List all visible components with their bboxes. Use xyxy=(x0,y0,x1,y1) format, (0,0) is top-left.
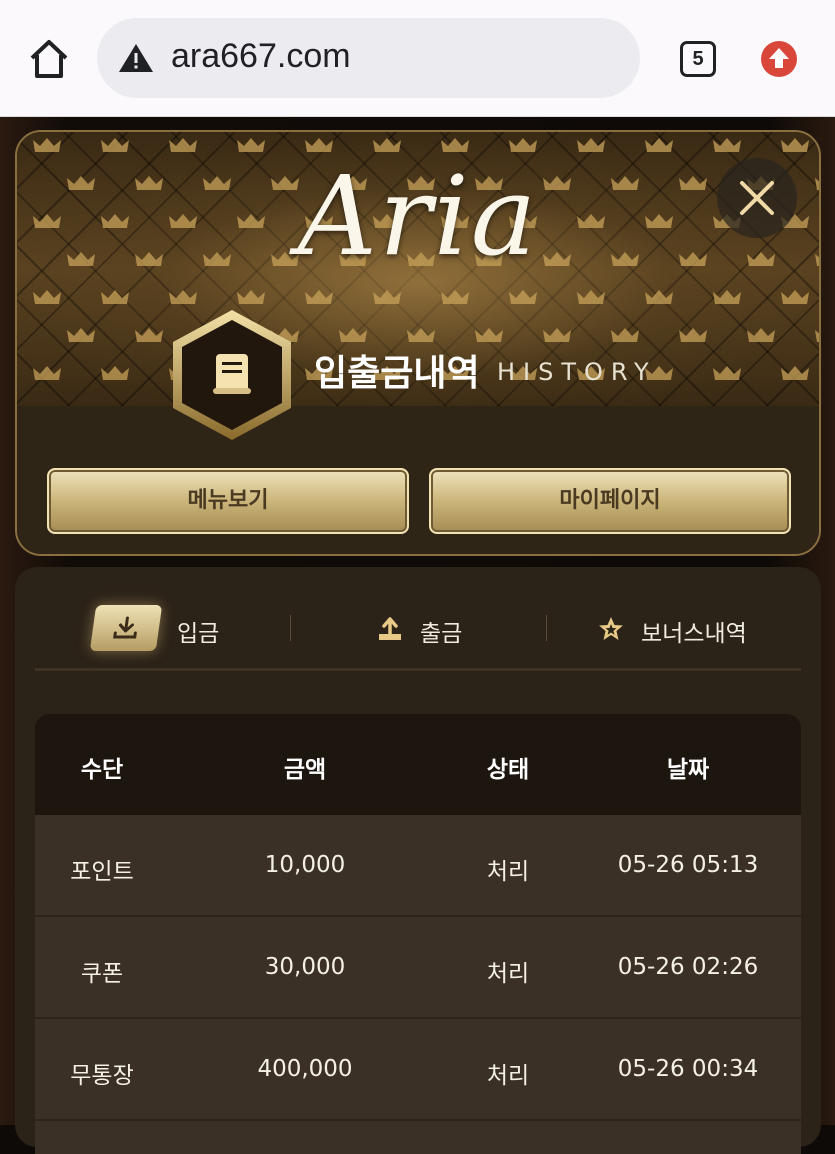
cell-date: 05-26 02:26 xyxy=(617,954,759,980)
tab-deposit-label[interactable]: 입금 xyxy=(177,614,219,648)
crown-pattern-mark xyxy=(169,138,197,152)
crown-pattern-mark xyxy=(33,366,61,380)
crown-pattern-mark xyxy=(67,328,95,342)
crown-pattern-mark xyxy=(475,328,503,342)
cell-status: 처리 xyxy=(486,961,530,987)
crown-pattern-mark xyxy=(169,290,197,304)
page-title: 입출금내역 xyxy=(314,353,480,394)
tab-switcher-button[interactable]: 5 xyxy=(680,41,716,77)
crown-pattern-mark xyxy=(441,138,469,152)
cell-date: 05-26 00:34 xyxy=(617,1056,759,1082)
home-icon[interactable] xyxy=(26,36,72,82)
page-subtitle: HISTORY xyxy=(497,358,657,386)
history-content-card: 입금 출금 보너스내역 수단 금액 상태 날짜 포인트 10,000 처리 05… xyxy=(15,567,821,1154)
crown-pattern-mark xyxy=(577,290,605,304)
tab-divider xyxy=(546,615,547,641)
crown-pattern-mark xyxy=(33,138,61,152)
column-header-amount: 금액 xyxy=(283,757,327,783)
tab-divider xyxy=(290,615,291,641)
cell-amount: 400,000 xyxy=(257,1056,353,1082)
browser-toolbar: ara667.com 5 xyxy=(0,0,835,117)
crown-pattern-mark xyxy=(441,290,469,304)
table-row: 포인트 10,000 처리 05-26 05:13 xyxy=(35,815,801,917)
aria-logo: Aria xyxy=(297,152,539,280)
mypage-button[interactable]: 마이페이지 xyxy=(429,468,791,534)
cell-amount: 10,000 xyxy=(264,852,346,878)
cell-status: 처리 xyxy=(486,1063,530,1089)
url-text[interactable]: ara667.com xyxy=(171,37,351,76)
crown-pattern-mark xyxy=(747,328,775,342)
crown-pattern-mark xyxy=(237,290,265,304)
star-icon[interactable] xyxy=(597,615,625,643)
crown-pattern-mark xyxy=(713,290,741,304)
crown-pattern-mark xyxy=(509,290,537,304)
column-header-date: 날짜 xyxy=(666,757,710,783)
crown-pattern-mark xyxy=(781,138,809,152)
crown-pattern-mark xyxy=(101,366,129,380)
close-icon[interactable] xyxy=(717,158,797,238)
table-row: 쿠폰 30,000 처리 05-26 02:26 xyxy=(35,917,801,1019)
crown-pattern-mark xyxy=(135,328,163,342)
crown-pattern-mark xyxy=(815,328,819,342)
crown-pattern-mark xyxy=(543,328,571,342)
crown-pattern-mark xyxy=(101,138,129,152)
crown-pattern-mark xyxy=(781,290,809,304)
close-button[interactable] xyxy=(717,158,797,238)
crown-pattern-mark xyxy=(645,138,673,152)
crown-pattern-mark xyxy=(611,328,639,342)
tab-bonus-label[interactable]: 보너스내역 xyxy=(641,614,747,648)
crown-pattern-mark xyxy=(713,138,741,152)
warning-icon[interactable] xyxy=(117,42,155,74)
table-header: 수단 금액 상태 날짜 xyxy=(35,714,801,817)
crown-pattern-mark xyxy=(33,290,61,304)
crown-pattern-mark xyxy=(509,138,537,152)
crown-pattern-mark xyxy=(781,366,809,380)
crown-pattern-mark xyxy=(373,290,401,304)
crown-pattern-mark xyxy=(305,290,333,304)
cell-status: 처리 xyxy=(486,859,530,885)
history-badge-icon xyxy=(169,308,295,442)
crown-pattern-mark xyxy=(237,138,265,152)
address-bar[interactable]: ara667.com xyxy=(97,18,640,98)
crown-pattern-mark xyxy=(101,290,129,304)
cell-method: 쿠폰 xyxy=(80,961,124,987)
crown-pattern-mark xyxy=(339,328,367,342)
upload-icon[interactable] xyxy=(376,615,404,643)
crown-pattern-mark xyxy=(679,328,707,342)
column-header-method: 수단 xyxy=(80,757,124,783)
menu-button[interactable]: 메뉴보기 xyxy=(47,468,409,534)
crown-pattern-mark xyxy=(577,138,605,152)
tab-bar-underline xyxy=(35,668,801,671)
crown-pattern-mark xyxy=(305,138,333,152)
cell-amount: 30,000 xyxy=(264,954,346,980)
update-icon[interactable] xyxy=(760,40,798,78)
table-row: 무통장 400,000 처리 05-26 00:34 xyxy=(35,1019,801,1121)
tab-withdraw-label[interactable]: 출금 xyxy=(420,614,462,648)
cell-method: 포인트 xyxy=(70,859,134,885)
history-header-card: Aria 입출금내역 HISTORY 메뉴보기 마이페이지 xyxy=(15,130,821,556)
download-icon[interactable] xyxy=(89,605,163,651)
crown-pattern-mark xyxy=(713,366,741,380)
crown-pattern-mark xyxy=(645,290,673,304)
cell-date: 05-26 05:13 xyxy=(617,852,759,878)
column-header-status: 상태 xyxy=(486,757,530,783)
cell-method: 무통장 xyxy=(70,1063,134,1089)
history-table: 수단 금액 상태 날짜 포인트 10,000 처리 05-26 05:13 쿠폰… xyxy=(35,714,801,1154)
crown-pattern-mark xyxy=(373,138,401,152)
crown-pattern-mark xyxy=(407,328,435,342)
